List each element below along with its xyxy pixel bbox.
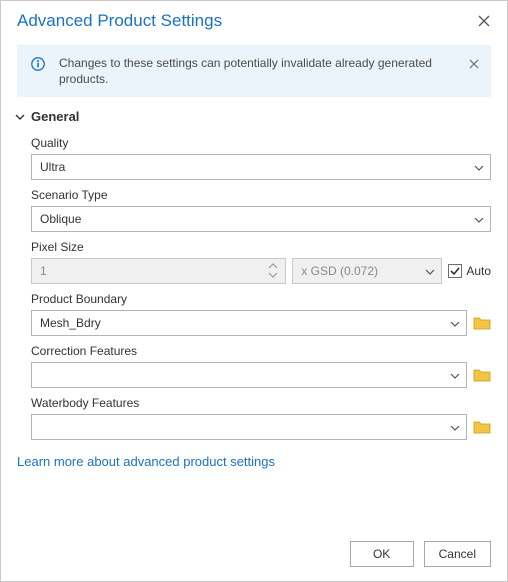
cancel-label: Cancel (439, 547, 476, 561)
chevron-down-icon (15, 112, 25, 122)
section-title: General (31, 109, 79, 124)
pixel-size-unit-select: x GSD (0.072) (292, 258, 442, 284)
product-boundary-value: Mesh_Bdry (40, 316, 101, 330)
browse-product-boundary-button[interactable] (473, 315, 491, 331)
scenario-type-value: Oblique (40, 212, 81, 226)
waterbody-features-select[interactable] (31, 414, 467, 440)
label-pixel-size: Pixel Size (31, 240, 491, 254)
quality-select[interactable]: Ultra (31, 154, 491, 180)
pixel-size-spinner: 1 (31, 258, 286, 284)
product-boundary-select[interactable]: Mesh_Bdry (31, 310, 467, 336)
label-product-boundary: Product Boundary (31, 292, 491, 306)
chevron-up-icon (267, 262, 279, 270)
folder-icon (473, 367, 491, 383)
auto-label: Auto (466, 264, 491, 278)
cancel-button[interactable]: Cancel (424, 541, 491, 567)
browse-waterbody-features-button[interactable] (473, 419, 491, 435)
notice-text: Changes to these settings can potentiall… (59, 56, 432, 86)
label-correction-features: Correction Features (31, 344, 491, 358)
close-button[interactable] (475, 12, 493, 30)
pixel-size-unit-value: x GSD (0.072) (301, 264, 378, 278)
notice-dismiss-button[interactable] (467, 57, 481, 71)
browse-correction-features-button[interactable] (473, 367, 491, 383)
notice-banner: Changes to these settings can potentiall… (17, 45, 491, 97)
label-scenario-type: Scenario Type (31, 188, 491, 202)
scenario-type-select[interactable]: Oblique (31, 206, 491, 232)
chevron-down-icon (425, 266, 435, 276)
learn-more-link[interactable]: Learn more about advanced product settin… (1, 440, 507, 469)
section-header-general[interactable]: General (1, 105, 507, 126)
chevron-down-icon (474, 162, 484, 172)
chevron-down-icon (474, 214, 484, 224)
chevron-down-icon (450, 370, 460, 380)
close-icon (478, 15, 490, 27)
chevron-down-icon (450, 422, 460, 432)
chevron-down-icon (450, 318, 460, 328)
dialog-title: Advanced Product Settings (17, 11, 222, 31)
label-waterbody-features: Waterbody Features (31, 396, 491, 410)
spin-buttons (267, 262, 281, 279)
check-icon (449, 265, 461, 277)
quality-value: Ultra (40, 160, 65, 174)
label-quality: Quality (31, 136, 491, 150)
pixel-size-value: 1 (40, 264, 47, 278)
ok-button[interactable]: OK (350, 541, 414, 567)
dialog-footer: OK Cancel (350, 541, 491, 567)
folder-icon (473, 419, 491, 435)
auto-checkbox[interactable]: Auto (448, 264, 491, 278)
titlebar: Advanced Product Settings (1, 1, 507, 35)
section-body-general: Quality Ultra Scenario Type Oblique Pixe… (1, 126, 507, 440)
ok-label: OK (373, 547, 390, 561)
correction-features-select[interactable] (31, 362, 467, 388)
info-icon (31, 57, 45, 71)
checkbox-box (448, 264, 462, 278)
close-icon (469, 59, 479, 69)
folder-icon (473, 315, 491, 331)
chevron-down-icon (267, 271, 279, 279)
learn-more-text: Learn more about advanced product settin… (17, 454, 275, 469)
